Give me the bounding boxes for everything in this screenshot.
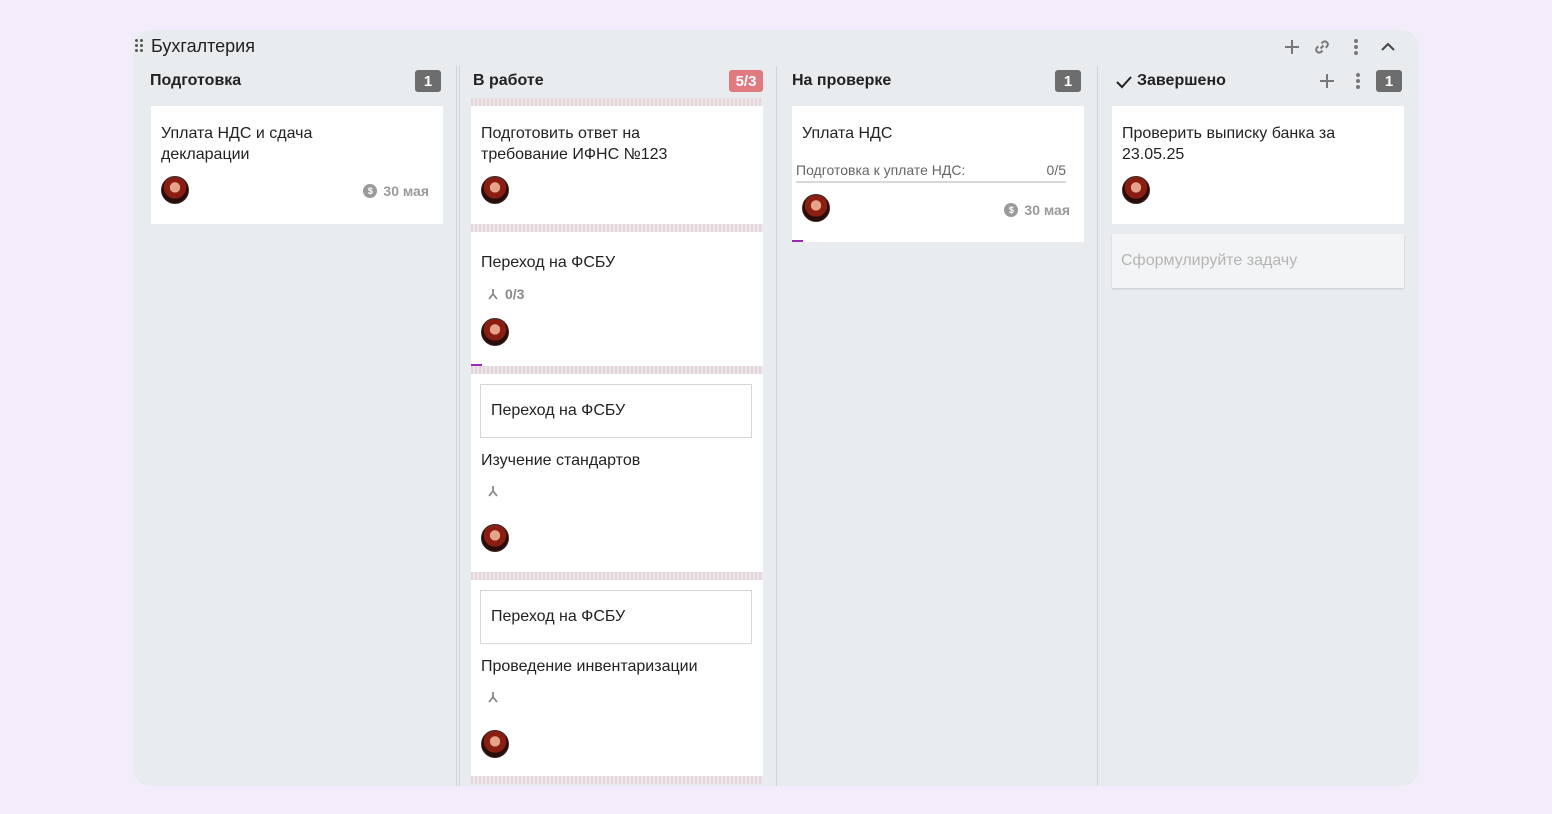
task-card[interactable]: Переход на ФСБУ 0/3	[471, 232, 763, 366]
task-card[interactable]: Уплата НДС Подготовка к уплате НДС: 0/5 …	[792, 106, 1084, 242]
avatar[interactable]	[161, 176, 189, 204]
check-icon	[1116, 76, 1132, 89]
money-icon: $	[363, 184, 378, 198]
column-podgotovka: Подготовка 1 Уплата НДС и сдача декларац…	[133, 62, 455, 786]
card-title: Проведение инвентаризации	[481, 658, 698, 675]
link-icon[interactable]	[1311, 36, 1333, 58]
money-icon: $	[1004, 203, 1019, 217]
add-icon[interactable]	[1316, 70, 1338, 92]
due-date: $ 30 мая	[363, 183, 429, 199]
task-card[interactable]: Уплата НДС и сдача декларации $ 30 мая	[151, 106, 443, 224]
column-title: Подготовка	[150, 72, 242, 89]
card-title: Переход на ФСБУ	[481, 254, 616, 271]
task-card[interactable]: Подготовить ответ на требование ИФНС №12…	[471, 106, 763, 224]
card-title: Уплата НДС и сдача декларации	[161, 125, 313, 163]
column-na-proverke: На проверке 1 Уплата НДС Подготовка к уп…	[777, 62, 1097, 786]
subtask-icon	[488, 486, 498, 497]
due-date: $ 30 мая	[1004, 202, 1070, 218]
subtask-icon	[488, 692, 498, 703]
column-title: На проверке	[792, 72, 892, 89]
column-count-badge: 1	[415, 70, 441, 92]
board-header: Бухгалтерия	[133, 30, 1419, 62]
subtask-icon	[488, 289, 498, 300]
column-title: Завершено	[1137, 72, 1226, 89]
board-title: Бухгалтерия	[151, 36, 255, 56]
column-title: В работе	[473, 72, 544, 89]
kanban-board: Бухгалтерия Подготовка 1 Уплата НДС и сд…	[133, 30, 1419, 786]
subtask-count: 0/3	[486, 286, 524, 302]
column-v-rabote: В работе 5/3 Подготовить ответ на требов…	[456, 62, 776, 786]
collapse-chevron-up-icon[interactable]	[1377, 36, 1399, 58]
task-card[interactable]: Переход на ФСБУ Изучение стандартов	[471, 374, 763, 572]
more-menu-icon[interactable]	[1345, 36, 1367, 58]
column-count-badge: 1	[1055, 70, 1081, 92]
avatar[interactable]	[481, 730, 509, 758]
column-count-badge: 1	[1376, 70, 1402, 92]
add-icon[interactable]	[1281, 36, 1303, 58]
card-title: Подготовить ответ на требование ИФНС №12…	[481, 125, 668, 163]
task-card[interactable]: Переход на ФСБУ Проведение инвентаризаци…	[471, 580, 763, 776]
task-card[interactable]: Проверить выписку банка за 23.05.25	[1112, 106, 1404, 224]
column-zaversheno: Завершено 1 Проверить выписку банка за 2…	[1098, 62, 1419, 786]
priority-marker	[792, 240, 803, 242]
card-title: Изучение стандартов	[481, 452, 641, 469]
avatar[interactable]	[1122, 176, 1150, 204]
card-title: Уплата НДС	[802, 125, 893, 142]
avatar[interactable]	[802, 194, 830, 222]
avatar[interactable]	[481, 176, 509, 204]
card-title: Проверить выписку банка за 23.05.25	[1122, 125, 1336, 163]
avatar[interactable]	[481, 524, 509, 552]
avatar[interactable]	[481, 318, 509, 346]
more-menu-icon[interactable]	[1347, 70, 1369, 92]
new-task-input[interactable]: Сформулируйте задачу	[1112, 234, 1404, 288]
column-count-badge: 5/3	[729, 70, 763, 92]
drag-handle-icon[interactable]	[135, 39, 143, 53]
parent-task[interactable]: Переход на ФСБУ	[480, 384, 752, 438]
subtask-count	[486, 484, 500, 498]
subtask-count	[486, 690, 500, 704]
parent-task[interactable]: Переход на ФСБУ	[480, 590, 752, 644]
checklist-progress: Подготовка к уплате НДС: 0/5	[796, 161, 1066, 183]
